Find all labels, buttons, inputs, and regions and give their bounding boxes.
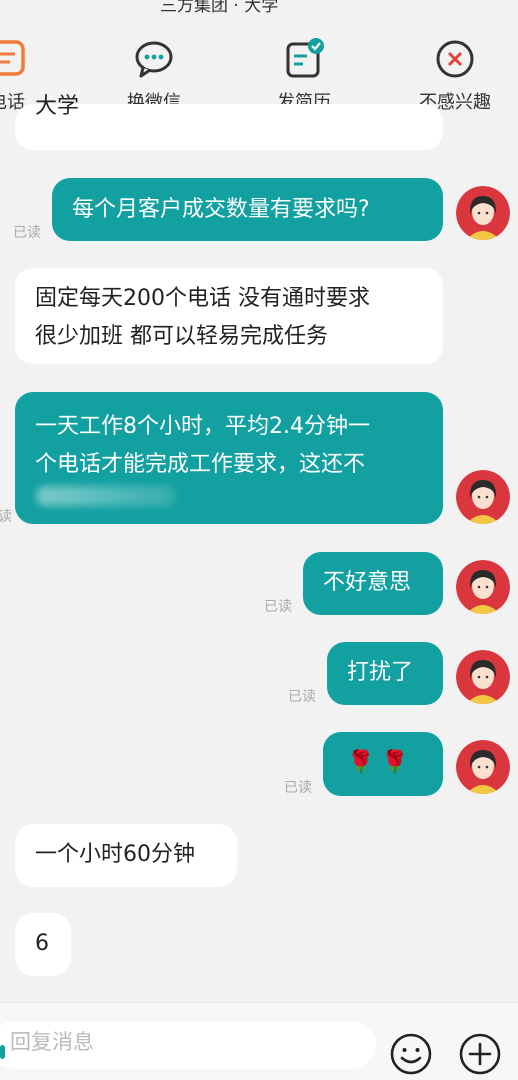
- message-text: 打扰了: [347, 660, 414, 685]
- input-indicator: [0, 1045, 5, 1059]
- user-avatar-icon: [456, 470, 510, 524]
- wechat-action-button[interactable]: 换微信: [99, 38, 209, 114]
- avatar[interactable]: [456, 560, 510, 614]
- phone-icon: [0, 40, 25, 76]
- message-text: 不好意思: [323, 570, 412, 595]
- read-receipt: 读: [0, 509, 12, 525]
- message-input-bar: [0, 1002, 518, 1080]
- message-bubble-incoming: 6: [15, 913, 71, 976]
- message-input-container[interactable]: [0, 1021, 376, 1069]
- message-text: 大学: [35, 94, 80, 119]
- blurred-text: [36, 486, 176, 506]
- message-line: 一天工作8个小时，平均2.4分钟一: [35, 414, 370, 439]
- wechat-icon: [135, 41, 173, 78]
- avatar[interactable]: [456, 650, 510, 704]
- message-bubble-incoming: 一个小时60分钟: [15, 824, 237, 887]
- message-text: 每个月客户成交数量有要求吗?: [72, 197, 370, 222]
- not-interested-icon: [436, 40, 474, 78]
- read-receipt: 已读: [264, 599, 292, 615]
- message-bubble-outgoing: 打扰了: [327, 642, 443, 705]
- read-receipt: 已读: [13, 225, 41, 241]
- rose-emoji: 🌹 🌹: [347, 750, 409, 775]
- header-title: 三方集团 · 大学: [160, 0, 279, 14]
- avatar[interactable]: [456, 186, 510, 240]
- message-bubble-incoming-partial: 大学: [15, 94, 443, 150]
- avatar[interactable]: [456, 740, 510, 794]
- message-input[interactable]: [10, 1030, 350, 1054]
- user-avatar-icon: [456, 560, 510, 614]
- message-text: 一个小时60分钟: [35, 842, 195, 867]
- user-avatar-icon: [456, 650, 510, 704]
- add-attachment-button[interactable]: [457, 1031, 503, 1077]
- message-bubble-incoming: 固定每天200个电话 没有通时要求 很少加班 都可以轻易完成任务: [15, 268, 443, 364]
- message-line: 很少加班 都可以轻易完成任务: [35, 324, 328, 349]
- message-text: 6: [35, 931, 49, 956]
- avatar[interactable]: [456, 470, 510, 524]
- message-bubble-outgoing: 不好意思: [303, 552, 443, 615]
- message-line: 个电话才能完成工作要求，这还不: [35, 452, 366, 477]
- read-receipt: 已读: [284, 780, 312, 796]
- resume-action-button[interactable]: 发简历: [249, 38, 359, 114]
- resume-icon: [286, 38, 324, 78]
- emoji-button[interactable]: [388, 1031, 434, 1077]
- user-avatar-icon: [456, 186, 510, 240]
- message-line: 固定每天200个电话 没有通时要求: [35, 286, 370, 311]
- not-interested-action-button[interactable]: 不感兴趣: [400, 38, 510, 114]
- chat-header-partial: 三方集团 · 大学: [0, 0, 518, 14]
- message-bubble-outgoing: 每个月客户成交数量有要求吗?: [52, 178, 443, 241]
- message-bubble-outgoing: 🌹 🌹: [323, 732, 443, 796]
- user-avatar-icon: [456, 740, 510, 794]
- read-receipt: 已读: [288, 689, 316, 705]
